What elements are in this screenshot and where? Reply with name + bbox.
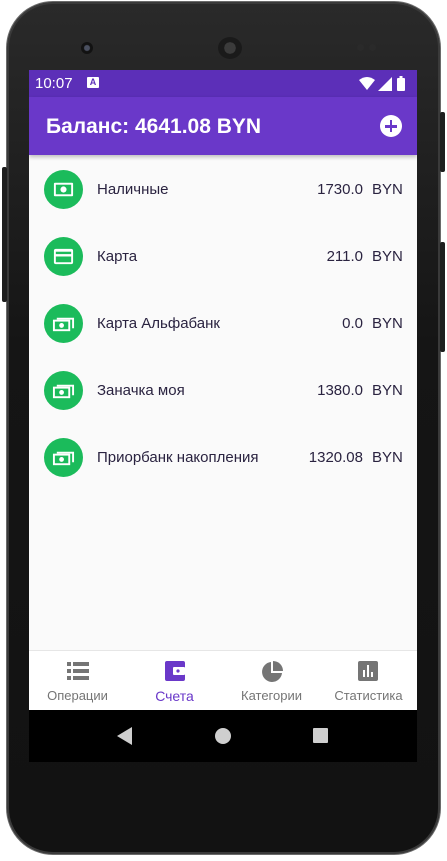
status-time: 10:07: [35, 75, 73, 92]
account-amount: 1730.0: [317, 181, 363, 198]
status-bar: 10:07 A: [29, 70, 417, 97]
account-name: Карта: [97, 248, 138, 265]
account-row-alfabank[interactable]: Карта Альфабанк 0.0 BYN: [29, 289, 417, 356]
account-row-stash[interactable]: Заначка моя 1380.0 BYN: [29, 356, 417, 423]
nav-operations[interactable]: Операции: [29, 651, 126, 711]
battery-icon: [397, 76, 405, 91]
earpiece-speaker: [218, 37, 242, 59]
money-stack-icon: [44, 371, 83, 410]
cash-icon: [44, 170, 83, 209]
nav-label: Категории: [241, 688, 302, 703]
system-navigation-bar: [29, 710, 417, 762]
wallet-icon: [165, 661, 185, 681]
account-amount: 0.0: [342, 315, 363, 332]
app-bar: Баланс: 4641.08 BYN: [29, 97, 417, 155]
money-stack-icon: [44, 304, 83, 343]
card-icon: [44, 237, 83, 276]
nav-label: Счета: [155, 688, 194, 704]
account-currency: BYN: [372, 449, 403, 466]
account-currency: BYN: [372, 382, 403, 399]
home-icon[interactable]: [215, 728, 231, 744]
account-currency: BYN: [372, 248, 403, 265]
account-name: Приорбанк накопления: [97, 449, 259, 466]
front-camera: [81, 42, 93, 54]
bottom-navigation: Операции Счета Категории Статистика: [29, 650, 417, 711]
account-currency: BYN: [372, 181, 403, 198]
nav-accounts[interactable]: Счета: [126, 651, 223, 711]
back-icon[interactable]: [117, 727, 132, 745]
wifi-icon: [359, 77, 375, 90]
side-button-volume: [2, 167, 7, 302]
account-row-priorbank[interactable]: Приорбанк накопления 1320.08 BYN: [29, 423, 417, 490]
account-row-cash[interactable]: Наличные 1730.0 BYN: [29, 155, 417, 222]
account-amount: 1320.08: [308, 449, 363, 466]
account-name: Наличные: [97, 181, 169, 198]
account-amount: 1380.0: [317, 382, 363, 399]
pie-chart-icon: [262, 661, 283, 682]
money-stack-icon: [44, 438, 83, 477]
account-currency: BYN: [372, 315, 403, 332]
side-button-extra: [440, 242, 445, 352]
light-sensor: [369, 44, 376, 51]
accounts-list: Наличные 1730.0 BYN Карта 211.0 BYN Карт…: [29, 155, 417, 490]
signal-icon: [378, 77, 392, 91]
notification-badge: A: [87, 77, 99, 88]
screen: 10:07 A Баланс: 4641.08 BYN Наличные 173…: [29, 70, 417, 762]
proximity-sensor: [357, 44, 364, 51]
nav-statistics[interactable]: Статистика: [320, 651, 417, 711]
account-row-card[interactable]: Карта 211.0 BYN: [29, 222, 417, 289]
account-amount: 211.0: [326, 248, 363, 265]
status-icons: [359, 76, 409, 92]
nav-label: Статистика: [334, 688, 403, 703]
nav-label: Операции: [47, 688, 108, 703]
add-account-button[interactable]: [380, 115, 402, 137]
account-name: Карта Альфабанк: [97, 315, 220, 332]
balance-title: Баланс: 4641.08 BYN: [46, 115, 262, 138]
nav-categories[interactable]: Категории: [223, 651, 320, 711]
bar-chart-icon: [358, 661, 378, 681]
list-icon: [67, 662, 89, 680]
side-button-power: [440, 112, 445, 172]
account-name: Заначка моя: [97, 382, 185, 399]
recent-apps-icon[interactable]: [313, 728, 328, 743]
